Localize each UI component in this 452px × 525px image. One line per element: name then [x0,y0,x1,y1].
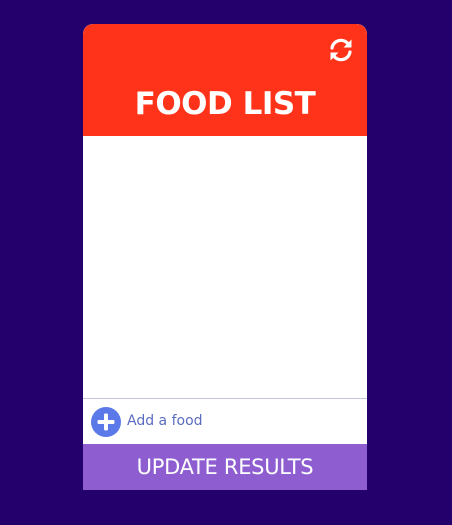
refresh-icon[interactable] [327,36,355,64]
plus-circle-icon[interactable] [91,407,121,437]
card-header: FOOD LIST [83,24,367,136]
food-list [83,136,367,398]
add-food-row [83,398,367,444]
food-list-card: FOOD LIST UPDATE RESULTS [83,24,367,490]
add-food-input[interactable] [127,407,355,435]
update-results-button[interactable]: UPDATE RESULTS [83,444,367,490]
page-title: FOOD LIST [134,86,316,122]
